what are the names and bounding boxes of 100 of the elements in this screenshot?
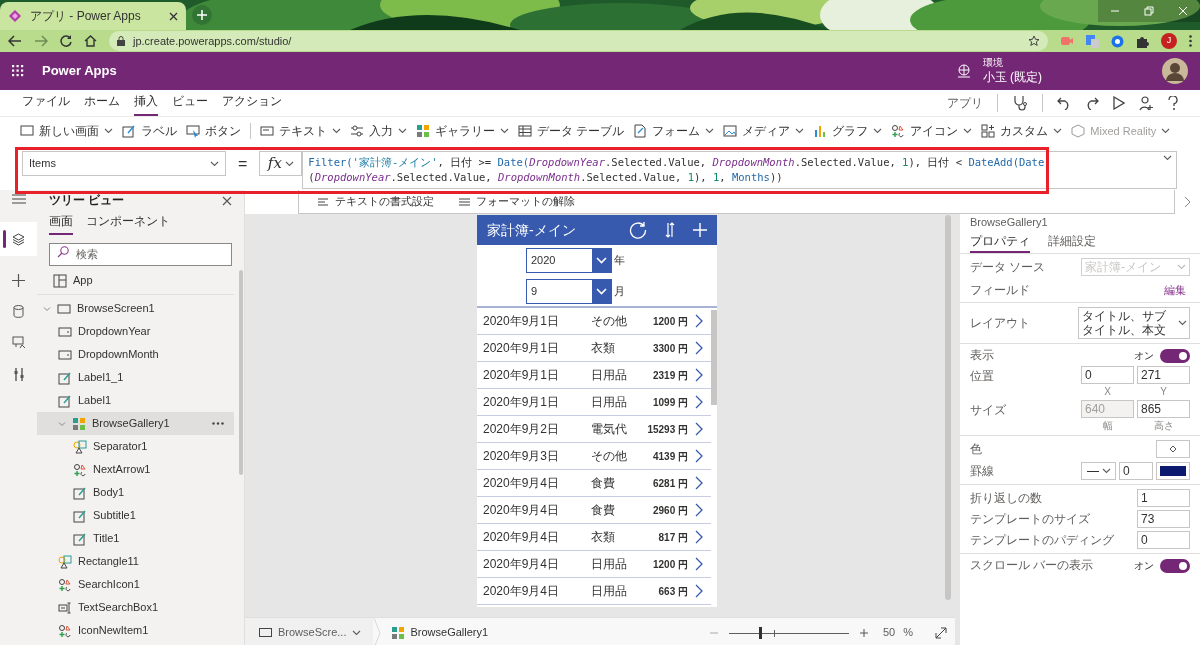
tree-item[interactable]: Body1: [37, 481, 234, 504]
gallery-row[interactable]: 2020年9月3日 その他 4139 円: [477, 443, 711, 470]
gallery-row[interactable]: 2020年9月1日 その他 1200 円: [477, 308, 711, 335]
close-icon[interactable]: [222, 196, 232, 206]
input-field[interactable]: 73: [1137, 510, 1190, 528]
insert-tool-button[interactable]: アイコン: [891, 122, 973, 140]
gallery-row[interactable]: 2020年9月4日 日用品 663 円: [477, 578, 711, 605]
tree-item[interactable]: BrowseScreen1: [37, 297, 234, 320]
stethoscope-icon[interactable]: [1012, 95, 1028, 111]
app-launcher-icon[interactable]: [12, 65, 24, 77]
tree-item[interactable]: NextArrow1: [37, 458, 234, 481]
insert-tool-button[interactable]: テキスト: [260, 122, 341, 140]
chevron-right-icon[interactable]: [1184, 196, 1192, 208]
menu-tab[interactable]: アクション: [222, 92, 282, 116]
color-picker[interactable]: [1156, 440, 1190, 458]
format-button[interactable]: フォーマットの解除: [458, 193, 575, 210]
media-icon[interactable]: [11, 336, 26, 349]
gallery-row[interactable]: 2020年9月1日 衣類 3300 円: [477, 335, 711, 362]
tree-item[interactable]: DropdownMonth: [37, 343, 234, 366]
gallery-row[interactable]: 2020年9月2日 電気代 15293 円: [477, 416, 711, 443]
toggle-switch[interactable]: [1160, 558, 1190, 573]
extension-circle-icon[interactable]: [1111, 34, 1124, 48]
insert-tool-button[interactable]: カスタム: [981, 122, 1063, 140]
undo-icon[interactable]: [1057, 96, 1071, 110]
scrollbar-thumb[interactable]: [945, 215, 951, 600]
tree-item[interactable]: Subtitle1: [37, 504, 234, 527]
edit-link[interactable]: 編集: [1164, 283, 1190, 298]
gallery-row[interactable]: 2020年9月1日 日用品 2319 円: [477, 362, 711, 389]
tools-icon[interactable]: [13, 367, 24, 382]
input-field[interactable]: 0: [1119, 462, 1153, 480]
border-color-picker[interactable]: [1156, 462, 1190, 480]
tree-item[interactable]: DropdownYear: [37, 320, 234, 343]
more-vertical-icon[interactable]: [1189, 35, 1192, 47]
slider-thumb[interactable]: [759, 626, 763, 639]
gallery-breadcrumb[interactable]: BrowseGallery1: [381, 624, 489, 641]
refresh-icon[interactable]: [629, 221, 647, 239]
play-icon[interactable]: [1113, 96, 1125, 110]
help-icon[interactable]: [1168, 95, 1178, 111]
menu-tab[interactable]: ファイル: [22, 92, 70, 116]
menu-tab[interactable]: 挿入: [134, 92, 158, 116]
person-add-icon[interactable]: [1139, 95, 1154, 111]
tree-view-button[interactable]: [0, 222, 37, 256]
insert-tool-button[interactable]: グラフ: [813, 122, 883, 140]
browser-tab[interactable]: アプリ - Power Apps: [0, 2, 186, 30]
app-button[interactable]: アプリ: [947, 94, 983, 112]
menu-tab[interactable]: ビュー: [172, 92, 208, 116]
insert-tool-button[interactable]: ギャラリー: [416, 122, 509, 140]
gallery-row[interactable]: 2020年9月4日 食費 6281 円: [477, 470, 711, 497]
gallery-row[interactable]: 2020年9月4日 衣類 817 円: [477, 524, 711, 551]
properties-tab[interactable]: 詳細設定: [1048, 234, 1096, 253]
restore-icon[interactable]: [1143, 6, 1155, 16]
environment-name[interactable]: 小玉 (既定): [982, 69, 1042, 85]
formula-editor[interactable]: Filter('家計簿-メイン', 日付 >= Date(DropdownYear.Selected.Value, DropdownMonth.Selected.Value, 1), 日付 < DateAdd(Date (DropdownYear.Selected.Value, DropdownMonth.Selected.Value, 1), 1, Months)): [302, 151, 1177, 189]
database-icon[interactable]: [13, 305, 24, 318]
input-field[interactable]: 0: [1081, 366, 1134, 384]
insert-tool-button[interactable]: ラベル: [122, 122, 177, 140]
zoom-in-icon[interactable]: [858, 627, 869, 638]
zoom-slider[interactable]: [728, 626, 849, 639]
gallery-row[interactable]: 2020年9月1日 日用品 1099 円: [477, 389, 711, 416]
input-field[interactable]: 1: [1137, 489, 1190, 507]
tree-item[interactable]: Label1: [37, 389, 234, 412]
insert-tool-button[interactable]: フォーム: [633, 122, 715, 140]
insert-screen-button[interactable]: 新しい画面: [20, 122, 113, 140]
tree-tab[interactable]: コンポーネント: [86, 212, 170, 235]
insert-tool-button[interactable]: データ テーブル: [518, 122, 625, 140]
tree-item[interactable]: App: [37, 269, 234, 292]
puzzle-icon[interactable]: [1136, 34, 1149, 48]
dropdown[interactable]: 2020: [526, 248, 612, 273]
tree-item[interactable]: Rectangle11: [37, 550, 234, 573]
tree-item[interactable]: Separator1: [37, 435, 234, 458]
expand-icon[interactable]: [935, 626, 947, 639]
search-field[interactable]: 検索: [49, 242, 232, 266]
property-dropdown[interactable]: Items: [22, 151, 226, 176]
scrollbar-thumb[interactable]: [711, 310, 717, 405]
insert-tool-button[interactable]: メディア: [723, 122, 805, 140]
gallery-row[interactable]: 2020年9月4日 食費 2960 円: [477, 497, 711, 524]
tree-item[interactable]: BrowseGallery1: [37, 412, 234, 435]
screen-breadcrumb[interactable]: BrowseScre...: [245, 618, 374, 645]
insert-tool-button[interactable]: 入力: [350, 122, 407, 140]
redo-icon[interactable]: [1085, 96, 1099, 110]
dropdown[interactable]: 9: [526, 279, 612, 304]
insert-tool-button[interactable]: ボタン: [186, 122, 241, 140]
tree-item[interactable]: Title1: [37, 527, 234, 550]
input-field[interactable]: 271: [1137, 366, 1190, 384]
tree-item[interactable]: Label1_1: [37, 366, 234, 389]
properties-tab[interactable]: プロパティ: [970, 234, 1030, 253]
avatar-icon[interactable]: [1162, 58, 1188, 84]
home-icon[interactable]: [84, 35, 97, 47]
plus-icon[interactable]: [12, 274, 25, 287]
input-field[interactable]: 0: [1137, 531, 1190, 549]
back-arrow-icon[interactable]: [8, 35, 22, 47]
format-button[interactable]: テキストの書式設定: [317, 193, 434, 210]
gallery-row[interactable]: 2020年9月4日 日用品 1200 円: [477, 551, 711, 578]
address-field[interactable]: jp.create.powerapps.com/studio/: [109, 31, 1048, 51]
input-field[interactable]: 865: [1137, 400, 1190, 418]
tree-item[interactable]: TextSearchBox1: [37, 596, 234, 619]
tree-tab[interactable]: 画面: [49, 212, 73, 235]
sort-icon[interactable]: [665, 222, 675, 238]
tree-item[interactable]: IconNewItem1: [37, 619, 234, 642]
menu-tab[interactable]: ホーム: [84, 92, 120, 116]
